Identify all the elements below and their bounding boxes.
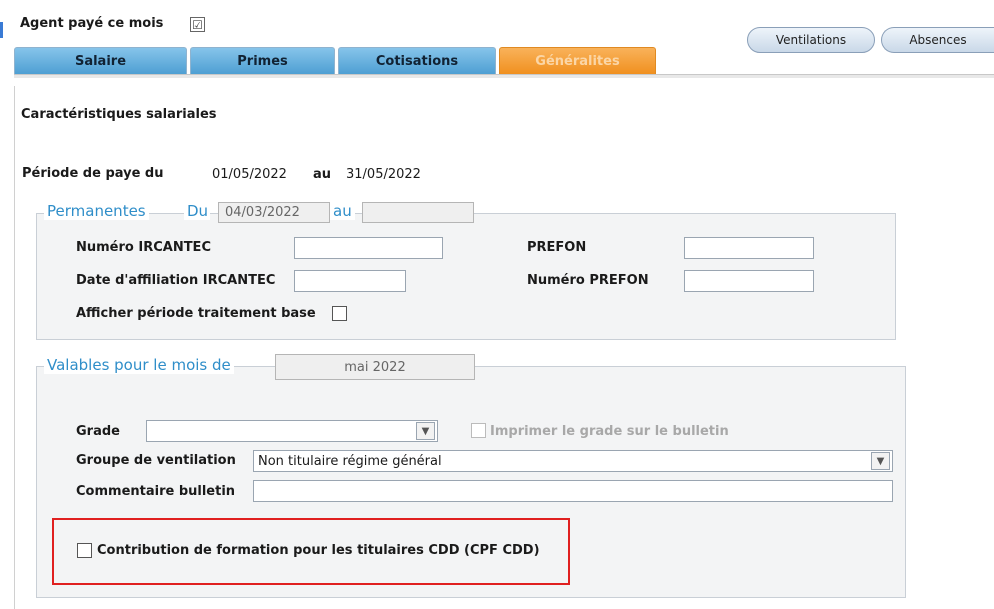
valables-legend: Valables pour le mois de xyxy=(44,356,234,374)
prefon-label: PREFON xyxy=(527,240,587,255)
date-affiliation-input[interactable] xyxy=(294,270,406,292)
left-accent-marker xyxy=(0,22,3,38)
periode-label: Période de paye du xyxy=(22,166,164,181)
numero-ircantec-label: Numéro IRCANTEC xyxy=(76,240,211,255)
tab-cotisations[interactable]: Cotisations xyxy=(338,47,496,74)
du-field[interactable]: 04/03/2022 xyxy=(218,202,330,223)
afficher-periode-checkbox[interactable] xyxy=(332,306,347,321)
afficher-periode-label: Afficher période traitement base xyxy=(76,306,316,321)
au-label: au xyxy=(330,202,355,220)
chevron-down-icon[interactable]: ▼ xyxy=(871,452,890,470)
groupe-ventilation-value: Non titulaire régime général xyxy=(258,453,442,469)
groupe-ventilation-select[interactable]: Non titulaire régime général ▼ xyxy=(253,450,893,472)
section-title: Caractéristiques salariales xyxy=(21,107,217,122)
periode-au-label: au xyxy=(313,167,332,182)
tab-salaire[interactable]: Salaire xyxy=(14,47,187,74)
grade-select[interactable]: ▼ xyxy=(146,420,438,442)
numero-ircantec-input[interactable] xyxy=(294,237,443,259)
absences-button[interactable]: Absences xyxy=(881,27,994,53)
grade-label: Grade xyxy=(76,424,120,439)
imprimer-grade-checkbox[interactable] xyxy=(471,423,486,438)
commentaire-bulletin-label: Commentaire bulletin xyxy=(76,484,236,499)
prefon-input[interactable] xyxy=(684,237,814,259)
ventilations-button[interactable]: Ventilations xyxy=(747,27,875,53)
periode-from: 01/05/2022 xyxy=(212,167,287,182)
periode-to: 31/05/2022 xyxy=(346,167,421,182)
tab-underline xyxy=(14,74,994,78)
contribution-cpf-label: Contribution de formation pour les titul… xyxy=(97,543,540,558)
du-label: Du xyxy=(184,202,211,220)
numero-prefon-label: Numéro PREFON xyxy=(527,273,649,288)
contribution-cpf-checkbox[interactable] xyxy=(77,543,92,558)
au-field[interactable] xyxy=(362,202,474,223)
groupe-ventilation-label: Groupe de ventilation xyxy=(76,453,236,468)
tab-primes[interactable]: Primes xyxy=(190,47,335,74)
mois-field[interactable]: mai 2022 xyxy=(275,354,475,380)
date-affiliation-label: Date d'affiliation IRCANTEC xyxy=(76,273,276,288)
chevron-down-icon[interactable]: ▼ xyxy=(416,422,435,440)
permanentes-legend: Permanentes xyxy=(44,202,149,220)
agent-paye-checkbox[interactable]: ☑ xyxy=(190,17,205,32)
numero-prefon-input[interactable] xyxy=(684,270,814,292)
commentaire-bulletin-input[interactable] xyxy=(253,480,893,502)
agent-paye-label: Agent payé ce mois xyxy=(20,16,164,31)
tab-generalites[interactable]: Généralites xyxy=(499,47,656,74)
imprimer-grade-label: Imprimer le grade sur le bulletin xyxy=(490,424,729,439)
